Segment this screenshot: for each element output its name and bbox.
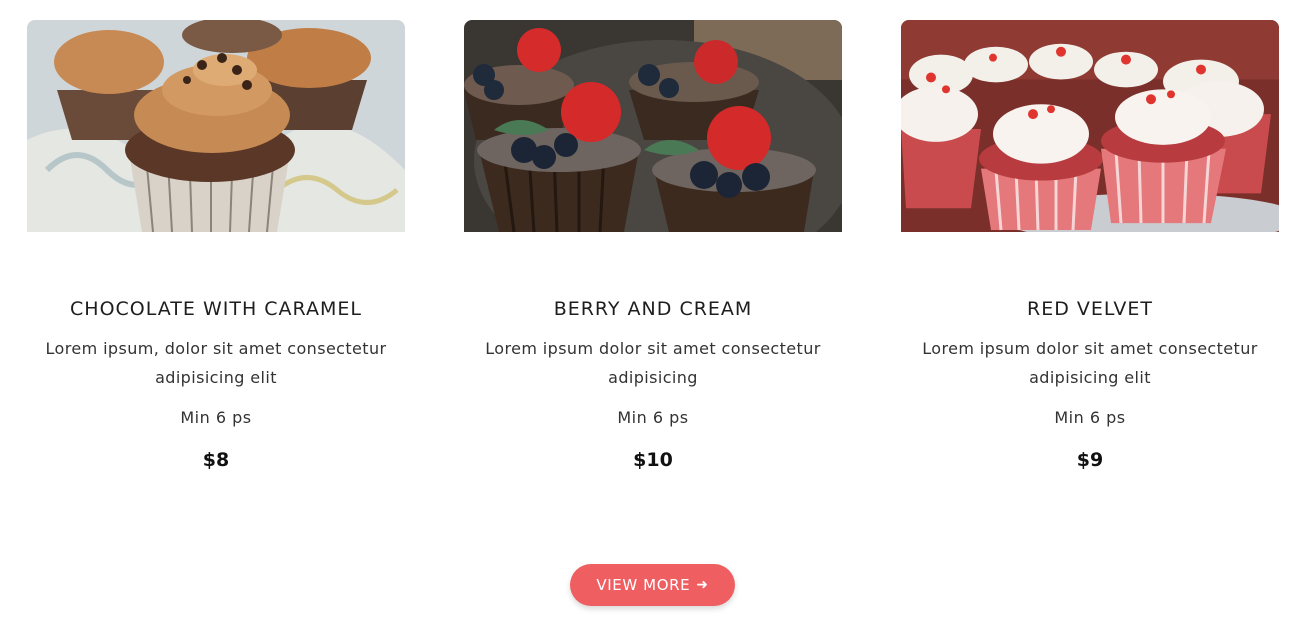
product-title: CHOCOLATE WITH CARAMEL	[70, 298, 362, 320]
product-card-chocolate-caramel: CHOCOLATE WITH CARAMEL Lorem ipsum, dolo…	[6, 20, 426, 471]
product-price: $10	[633, 449, 673, 471]
product-description: Lorem ipsum dolor sit amet consectetur a…	[922, 339, 1258, 387]
product-min-order: Min 6 ps	[617, 408, 689, 427]
product-image-chocolate-cupcakes	[27, 20, 405, 232]
product-title: BERRY AND CREAM	[553, 298, 753, 320]
view-more-button[interactable]: VIEW MORE ➜	[570, 564, 735, 606]
arrow-right-icon: ➜	[696, 577, 709, 593]
product-price: $9	[1076, 449, 1104, 471]
product-image-berry-cupcakes	[464, 20, 842, 232]
product-description: Lorem ipsum dolor sit amet consectetur a…	[485, 339, 821, 387]
product-card-berry-cream: BERRY AND CREAM Lorem ipsum dolor sit am…	[443, 20, 863, 471]
product-min-order: Min 6 ps	[180, 408, 252, 427]
product-image-red-velvet-cupcakes	[901, 20, 1279, 232]
product-description: Lorem ipsum, dolor sit amet consectetur …	[45, 339, 387, 387]
product-title: RED VELVET	[1027, 298, 1153, 320]
product-card-red-velvet: RED VELVET Lorem ipsum dolor sit amet co…	[880, 20, 1300, 471]
view-more-label: VIEW MORE	[596, 576, 691, 594]
product-min-order: Min 6 ps	[1054, 408, 1126, 427]
product-price: $8	[202, 449, 230, 471]
